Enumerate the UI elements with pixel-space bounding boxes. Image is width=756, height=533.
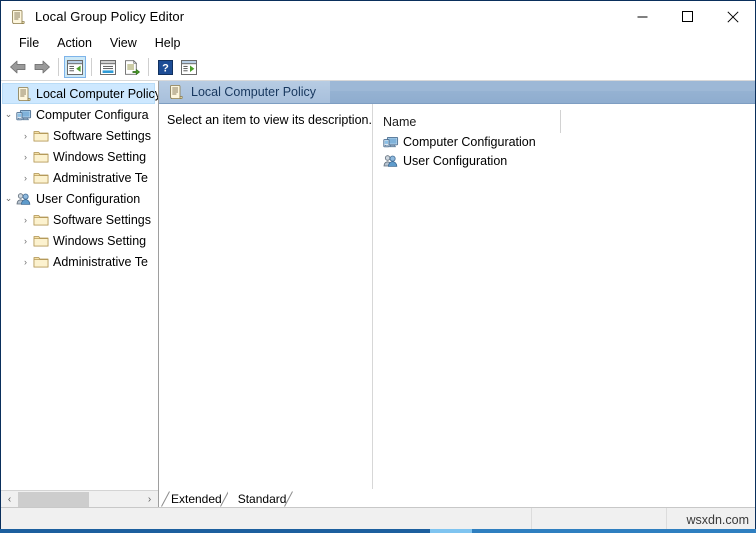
minimize-button[interactable] <box>620 1 665 38</box>
tree-item-user-windows-settings[interactable]: › Windows Setting <box>1 230 158 251</box>
taskbar-sliver <box>0 529 756 533</box>
toolbar-separator <box>58 58 59 76</box>
list-item-label: Computer Configuration <box>403 135 536 149</box>
tree-item-label: Windows Setting <box>53 234 146 248</box>
folder-icon <box>33 233 49 249</box>
console-tree[interactable]: Local Computer Policy ⌄ <box>1 81 158 490</box>
close-button[interactable] <box>710 1 755 32</box>
computer-config-icon <box>383 134 399 150</box>
taskbar-active-segment <box>430 529 472 533</box>
watermark: wsxdn.com <box>686 513 749 527</box>
tree-item-label: Computer Configura <box>36 108 149 122</box>
toolbar-separator <box>91 58 92 76</box>
scroll-left-arrow-icon[interactable]: ‹ <box>1 491 18 508</box>
tree-item-computer-administrative-templates[interactable]: › Administrative Te <box>1 167 158 188</box>
folder-icon <box>33 212 49 228</box>
toolbar: ? <box>1 54 755 81</box>
tree-item-label: User Configuration <box>36 192 140 206</box>
maximize-icon <box>682 11 693 22</box>
chevron-right-icon[interactable]: › <box>18 173 33 183</box>
tree-item-label: Software Settings <box>53 213 151 227</box>
result-pane-header: Local Computer Policy <box>159 81 755 104</box>
minimize-icon <box>637 11 648 22</box>
main-body: Local Computer Policy ⌄ <box>1 81 755 507</box>
tab-label: Extended <box>171 492 222 506</box>
chevron-right-icon[interactable]: › <box>18 215 33 225</box>
show-hide-action-pane-icon[interactable] <box>178 56 200 78</box>
tree-item-computer-configuration[interactable]: ⌄ Computer Configura <box>1 104 158 125</box>
list-item[interactable]: Computer Configuration <box>373 132 755 151</box>
policy-document-icon <box>16 86 32 102</box>
back-icon[interactable] <box>7 56 29 78</box>
menu-item-view[interactable]: View <box>101 34 146 52</box>
scrollbar-track[interactable] <box>18 491 141 508</box>
folder-icon <box>33 149 49 165</box>
tree-item-user-software-settings[interactable]: › Software Settings <box>1 209 158 230</box>
tree-item-local-computer-policy[interactable]: Local Computer Policy <box>1 83 158 104</box>
menu-item-file[interactable]: File <box>10 34 48 52</box>
chevron-right-icon[interactable]: › <box>18 152 33 162</box>
show-hide-console-tree-icon[interactable] <box>64 56 86 78</box>
svg-text:?: ? <box>162 62 169 74</box>
tab-right-edge <box>284 491 293 507</box>
chevron-down-icon[interactable]: ⌄ <box>1 109 16 120</box>
taskbar-segment <box>0 529 430 533</box>
policy-document-icon <box>168 84 184 100</box>
toolbar-separator <box>148 58 149 76</box>
chevron-right-icon[interactable]: › <box>18 131 33 141</box>
maximize-button[interactable] <box>665 1 710 32</box>
user-config-icon <box>383 153 399 169</box>
tree-item-label: Administrative Te <box>53 255 148 269</box>
export-list-icon[interactable] <box>121 56 143 78</box>
folder-icon <box>33 128 49 144</box>
tree-item-label: Administrative Te <box>53 171 148 185</box>
result-pane-header-tab: Local Computer Policy <box>159 81 330 103</box>
chevron-right-icon[interactable]: › <box>18 257 33 267</box>
taskbar-segment <box>472 529 756 533</box>
result-pane-title: Local Computer Policy <box>191 85 316 99</box>
scroll-right-arrow-icon[interactable]: › <box>141 491 158 508</box>
menu-item-action[interactable]: Action <box>48 34 101 52</box>
result-pane: Local Computer Policy Select an item to … <box>159 81 755 507</box>
description-text: Select an item to view its description. <box>167 113 372 127</box>
close-icon <box>727 11 739 23</box>
properties-icon[interactable] <box>97 56 119 78</box>
list-view[interactable]: Name <box>372 104 755 489</box>
list-item[interactable]: User Configuration <box>373 151 755 170</box>
folder-icon <box>33 170 49 186</box>
scrollbar-thumb[interactable] <box>18 492 89 507</box>
tab-label: Standard <box>238 492 287 506</box>
console-tree-pane: Local Computer Policy ⌄ <box>1 81 159 507</box>
result-pane-body: Select an item to view its description. … <box>159 104 755 489</box>
menu-item-help[interactable]: Help <box>146 34 190 52</box>
window-controls <box>620 1 755 32</box>
tree-item-computer-software-settings[interactable]: › Software Settings <box>1 125 158 146</box>
tab-standard[interactable]: Standard <box>228 491 293 507</box>
tree-item-computer-windows-settings[interactable]: › Windows Setting <box>1 146 158 167</box>
forward-icon[interactable] <box>31 56 53 78</box>
tree-item-label: Windows Setting <box>53 150 146 164</box>
description-pane: Select an item to view its description. <box>159 104 372 489</box>
help-icon[interactable]: ? <box>154 56 176 78</box>
list-item-label: User Configuration <box>403 154 507 168</box>
tree-item-label: Local Computer Policy <box>36 87 158 101</box>
tab-extended[interactable]: Extended <box>161 491 228 507</box>
user-config-icon <box>16 191 32 207</box>
window-title: Local Group Policy Editor <box>35 9 184 24</box>
tree-item-label: Software Settings <box>53 129 151 143</box>
tree-horizontal-scrollbar[interactable]: ‹ › <box>1 490 158 507</box>
tree-item-user-configuration[interactable]: ⌄ User Configuration <box>1 188 158 209</box>
view-tab-strip: Extended Standard <box>159 489 755 507</box>
column-separator <box>560 110 561 133</box>
tab-left-edge <box>161 491 170 507</box>
chevron-down-icon[interactable]: ⌄ <box>1 193 16 204</box>
title-bar: Local Group Policy Editor <box>1 1 755 32</box>
folder-icon <box>33 254 49 270</box>
policy-document-icon <box>10 9 26 25</box>
chevron-right-icon[interactable]: › <box>18 236 33 246</box>
column-header-name[interactable]: Name <box>373 112 755 132</box>
tree-item-user-administrative-templates[interactable]: › Administrative Te <box>1 251 158 272</box>
local-group-policy-editor-window: Local Group Policy Editor File Action Vi… <box>0 0 756 533</box>
computer-config-icon <box>16 107 32 123</box>
